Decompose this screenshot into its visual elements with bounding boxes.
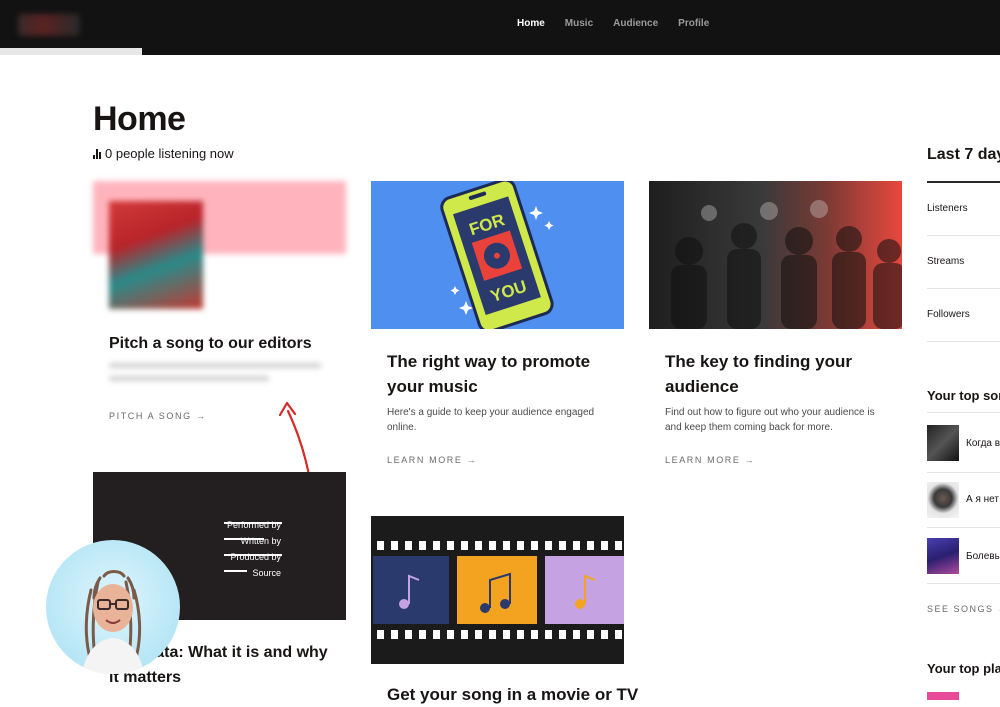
pitch-card-title: Pitch a song to our editors: [109, 335, 312, 352]
logo-strip: [0, 48, 142, 55]
sidebar-divider: [927, 235, 1000, 236]
song-artwork-1[interactable]: [927, 425, 959, 461]
audience-learn-more-link[interactable]: LEARN MORE →: [665, 455, 755, 465]
stats-sidebar: Last 7 days Listeners Streams Followers …: [927, 0, 1000, 700]
film-strip-illustration: [371, 516, 624, 664]
audience-card[interactable]: The key to finding your audience Find ou…: [649, 181, 902, 471]
credit-line-4: [224, 570, 247, 572]
for-you-illustration: FOR YOU: [371, 181, 624, 329]
sidebar-divider: [927, 181, 1000, 183]
song-artwork-2[interactable]: [927, 482, 959, 518]
credit-line-1: [224, 522, 282, 524]
see-songs-link[interactable]: SEE SONGS →: [927, 604, 1000, 614]
song-title-3[interactable]: Болевы: [966, 551, 1000, 562]
page-title: Home: [93, 100, 186, 138]
movie-card-title: Get your song in a movie or TV: [387, 685, 639, 704]
playlist-artwork-1[interactable]: [927, 692, 959, 700]
credit-line-2: [224, 538, 264, 540]
nav-item-audience[interactable]: Audience: [613, 18, 658, 29]
pitch-release-artwork: [109, 201, 203, 309]
promote-card[interactable]: FOR YOU The right way to promote your mu…: [371, 181, 624, 471]
main-nav: Home Music Audience Profile: [517, 18, 709, 29]
song-artwork-3[interactable]: [927, 538, 959, 574]
last-7-days-heading: Last 7 days: [927, 146, 1000, 163]
audience-photo: [649, 181, 902, 329]
song-title-2[interactable]: А я нет: [966, 494, 999, 505]
logo[interactable]: [18, 14, 80, 36]
promote-card-description: Here's a guide to keep your audience eng…: [387, 407, 595, 433]
pitch-a-song-link[interactable]: PITCH A SONG →: [109, 411, 206, 421]
listening-text: 0 people listening now: [105, 146, 234, 161]
top-navigation-bar: Home Music Audience Profile: [0, 0, 1000, 55]
sidebar-divider: [927, 583, 1000, 584]
stat-followers[interactable]: Followers: [927, 309, 970, 320]
nav-item-profile[interactable]: Profile: [678, 18, 709, 29]
top-playlists-heading: Your top playlists: [927, 661, 1000, 676]
audience-card-title: The key to finding your audience: [665, 352, 853, 396]
nav-item-home[interactable]: Home: [517, 18, 545, 29]
avatar-illustration: [82, 570, 144, 674]
song-title-1[interactable]: Когда в: [966, 438, 1000, 449]
sidebar-divider: [927, 341, 1000, 342]
listening-now: 0 people listening now: [93, 146, 234, 161]
audience-crowd-illustration: [671, 200, 902, 329]
credit-source: Source: [252, 568, 281, 578]
promote-card-title: The right way to promote your music: [387, 352, 591, 396]
sidebar-divider: [927, 527, 1000, 528]
equalizer-icon: [93, 148, 101, 159]
sidebar-divider: [927, 412, 1000, 413]
credit-line-3: [224, 554, 282, 556]
stat-streams[interactable]: Streams: [927, 256, 964, 267]
sidebar-divider: [927, 288, 1000, 289]
nav-item-music[interactable]: Music: [565, 18, 593, 29]
top-songs-heading: Your top songs: [927, 388, 1000, 403]
pitch-card-description: [109, 363, 324, 381]
avatar[interactable]: [46, 540, 180, 674]
audience-card-description: Find out how to figure out who your audi…: [665, 407, 875, 433]
stat-listeners[interactable]: Listeners: [927, 203, 968, 214]
promote-learn-more-link[interactable]: LEARN MORE →: [387, 455, 477, 465]
sidebar-divider: [927, 472, 1000, 473]
movie-card[interactable]: Get your song in a movie or TV: [371, 516, 638, 704]
